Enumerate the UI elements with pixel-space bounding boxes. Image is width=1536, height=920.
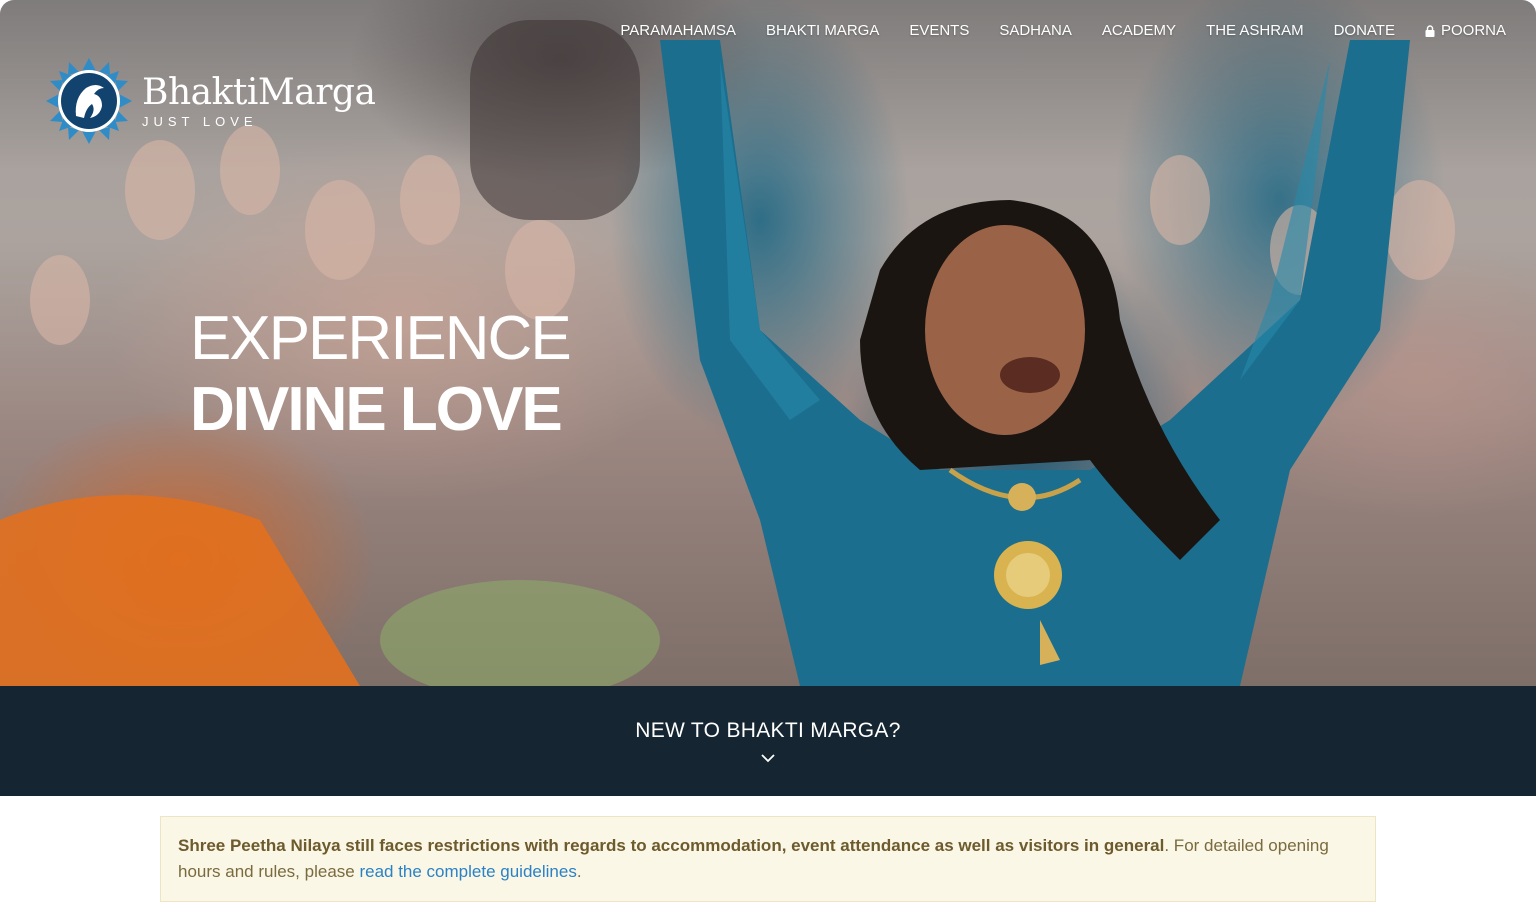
hero-headline: EXPERIENCE DIVINE LOVE <box>190 303 572 445</box>
guidelines-link[interactable]: read the complete guidelines <box>359 862 576 881</box>
brand-name: BhaktiMarga <box>142 71 376 113</box>
nav-item-donate[interactable]: DONATE <box>1334 22 1395 39</box>
nav-item-the-ashram[interactable]: THE ASHRAM <box>1206 22 1304 39</box>
lotus-logo-icon <box>46 58 132 144</box>
notice-strong-text: Shree Peetha Nilaya still faces restrict… <box>178 836 1165 855</box>
hero-banner: BhaktiMarga JUST LOVE PARAMAHAMSA BHAKTI… <box>0 0 1536 686</box>
lock-icon <box>1425 24 1435 37</box>
page: BhaktiMarga JUST LOVE PARAMAHAMSA BHAKTI… <box>0 0 1536 920</box>
hero-headline-line2: DIVINE LOVE <box>190 375 563 444</box>
brand-tagline: JUST LOVE <box>142 113 258 129</box>
band-title: NEW TO BHAKTI MARGA? <box>635 719 901 742</box>
new-to-bhakti-marga-toggle[interactable]: NEW TO BHAKTI MARGA? <box>0 686 1536 796</box>
nav-item-academy[interactable]: ACADEMY <box>1102 22 1176 39</box>
hero-headline-line1: EXPERIENCE <box>190 304 572 373</box>
nav-item-poorna-login[interactable]: POORNA <box>1425 22 1506 39</box>
nav-item-paramahamsa[interactable]: PARAMAHAMSA <box>620 22 736 39</box>
main-nav: PARAMAHAMSA BHAKTI MARGA EVENTS SADHANA … <box>620 22 1506 39</box>
nav-item-sadhana[interactable]: SADHANA <box>999 22 1072 39</box>
brand-logo[interactable]: BhaktiMarga JUST LOVE <box>46 58 376 144</box>
chevron-down-icon <box>761 754 775 763</box>
notice-end: . <box>576 862 582 881</box>
nav-login-label: POORNA <box>1440 22 1506 39</box>
nav-item-events[interactable]: EVENTS <box>909 22 969 39</box>
notice-box: Shree Peetha Nilaya still faces restrict… <box>160 816 1376 902</box>
nav-item-bhakti-marga[interactable]: BHAKTI MARGA <box>766 22 879 39</box>
